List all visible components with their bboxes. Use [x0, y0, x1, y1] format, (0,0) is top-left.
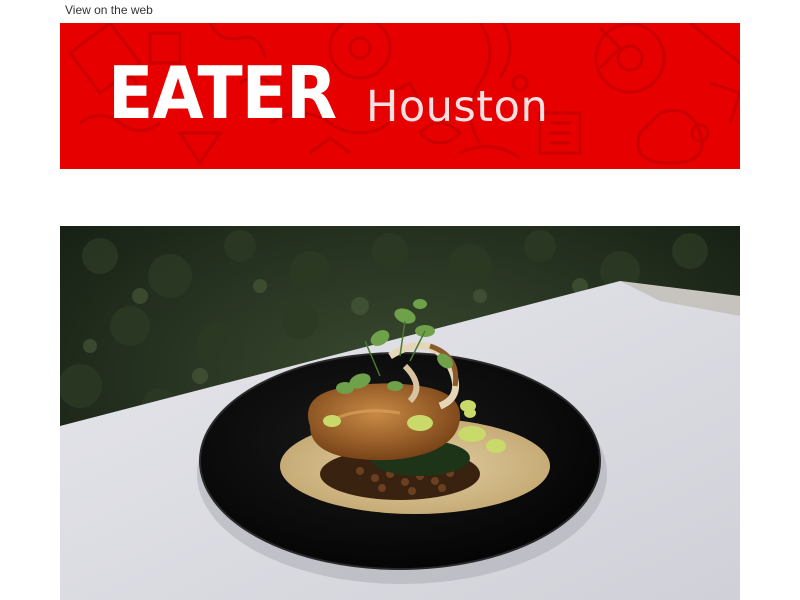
plated-dish-illustration	[60, 226, 740, 600]
eater-houston-banner[interactable]: EATER Houston	[60, 23, 740, 169]
eater-logo: EATER	[108, 51, 337, 135]
view-on-web-link[interactable]: View on the web	[65, 3, 153, 17]
city-name: Houston	[366, 82, 549, 132]
hero-image[interactable]	[60, 226, 740, 600]
